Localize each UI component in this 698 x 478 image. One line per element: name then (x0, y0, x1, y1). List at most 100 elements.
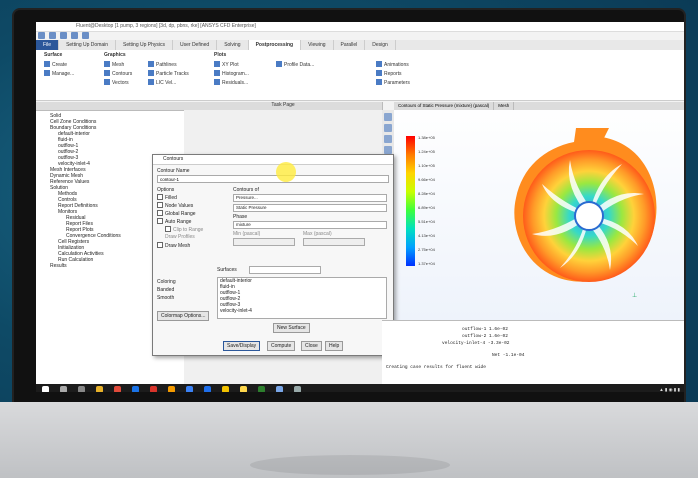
contours-of-select[interactable]: Pressure... (233, 194, 387, 202)
particle-tracks-button[interactable]: Particle Tracks (148, 70, 189, 79)
filled-checkbox[interactable]: Filled (157, 194, 177, 201)
contour-name-input[interactable] (157, 175, 389, 183)
tab-viewing[interactable]: Viewing (301, 40, 334, 50)
colorbar-label: 1.24e+05 (418, 149, 435, 154)
phase-select[interactable]: mixture (233, 221, 387, 229)
tab-file[interactable]: File (36, 40, 60, 50)
banded-radio[interactable]: Banded (157, 287, 174, 293)
help-icon[interactable] (82, 31, 89, 39)
colorbar (406, 136, 415, 266)
new-surface-button[interactable]: New Surface (273, 323, 310, 333)
close-button[interactable]: Close (301, 341, 322, 351)
tab-setting-up-domain[interactable]: Setting Up Domain (59, 40, 117, 50)
app-icon[interactable] (294, 386, 301, 392)
contours-button[interactable]: Contours (104, 70, 132, 79)
rotate-icon[interactable] (384, 113, 392, 121)
colorbar-label: 4.13e+04 (418, 233, 435, 238)
min-input[interactable] (233, 238, 295, 246)
system-tray[interactable]: ▲ ▮ ◉ ▮ ▮ (659, 387, 680, 392)
pan-icon[interactable] (384, 124, 392, 132)
console-panel[interactable]: outflow-1 1.6e-02 outflow-2 1.6e-02 velo… (382, 320, 684, 385)
help-button[interactable]: Help (325, 341, 344, 351)
app-icon[interactable] (276, 386, 283, 392)
tab-user-defined[interactable]: User Defined (173, 40, 218, 50)
tab-setting-up-physics[interactable]: Setting Up Physics (116, 40, 173, 50)
tab-solving[interactable]: Solving (217, 40, 249, 50)
fluent-icon[interactable] (240, 386, 247, 392)
surfaces-label: Surfaces (217, 267, 237, 273)
draw-profiles-label[interactable]: Draw Profiles (165, 234, 195, 240)
clip-to-range-checkbox[interactable]: Clip to Range (165, 226, 203, 233)
cursor-highlight (276, 162, 296, 182)
coloring-label: Coloring (157, 279, 176, 285)
manage-surface-button[interactable]: Manage... (44, 70, 74, 79)
colorbar-label: 2.75e+04 (418, 247, 435, 252)
graphics-window[interactable]: Contours of Static Pressure (mixture) (p… (394, 102, 684, 320)
colormap-options-button[interactable]: Colormap Options... (157, 311, 210, 321)
console-line: velocity-inlet-4 -3.3e-02 (442, 341, 510, 346)
surface-filter-input[interactable] (249, 266, 321, 274)
colorbar-label: 1.10e+05 (418, 163, 435, 168)
save-icon[interactable] (38, 31, 45, 39)
group-title: Surface (44, 52, 63, 58)
ribbon-group-plots-2: Profile Data... (276, 52, 314, 70)
global-range-checkbox[interactable]: Global Range (157, 210, 196, 217)
max-input[interactable] (303, 238, 365, 246)
redo-icon[interactable] (71, 31, 78, 39)
contours-dialog: Contours Contour Name Options Filled Nod… (152, 154, 394, 356)
ribbon-group-plots: Plots XY Plot Histogram... Residuals... (214, 52, 249, 88)
file-explorer-icon[interactable] (96, 386, 103, 392)
create-surface-button[interactable]: Create (44, 61, 74, 70)
profile-data-button[interactable]: Profile Data... (276, 61, 314, 70)
tab-parallel[interactable]: Parallel (334, 40, 366, 50)
screen: Fluent@Desktop [1 pump, 3 regions] [3d, … (36, 22, 684, 392)
vectors-button[interactable]: Vectors (104, 79, 132, 88)
lic-button[interactable]: LIC Vel... (148, 79, 189, 88)
pathlines-button[interactable]: Pathlines (148, 61, 189, 70)
tab-postprocessing[interactable]: Postprocessing (248, 40, 302, 50)
undo-icon[interactable] (60, 31, 67, 39)
fit-icon[interactable] (384, 146, 392, 154)
dialog-title: Contours (153, 155, 393, 165)
app-icon[interactable] (204, 386, 211, 392)
reports-button[interactable]: Reports (376, 70, 410, 79)
colorbar-label: 8.28e+04 (418, 191, 435, 196)
contours-sub-select[interactable]: Static Pressure (233, 204, 387, 212)
xy-plot-button[interactable]: XY Plot (214, 61, 249, 70)
list-item[interactable]: velocity-inlet-4 (218, 308, 386, 314)
tab-design[interactable]: Design (365, 40, 396, 50)
compute-button[interactable]: Compute (267, 341, 296, 351)
start-icon[interactable] (42, 386, 49, 392)
search-icon[interactable] (60, 386, 67, 392)
tab-mesh[interactable]: Mesh (494, 102, 515, 110)
task-view-icon[interactable] (78, 386, 85, 392)
app-icon[interactable] (186, 386, 193, 392)
mesh-button[interactable]: Mesh (104, 61, 132, 70)
animations-button[interactable]: Animations (376, 61, 410, 70)
histogram-button[interactable]: Histogram... (214, 70, 249, 79)
tab-contours[interactable]: Contours of Static Pressure (mixture) (p… (394, 102, 495, 110)
app-icon[interactable] (258, 386, 265, 392)
ribbon-tabs: File Setting Up Domain Setting Up Physic… (36, 40, 684, 50)
save-display-button[interactable]: Save/Display (223, 341, 261, 351)
app-icon[interactable] (168, 386, 175, 392)
chrome-icon[interactable] (114, 386, 121, 392)
console-line: Creating case results for fluent wide (386, 365, 486, 370)
auto-range-checkbox[interactable]: Auto Range (157, 218, 191, 225)
draw-mesh-checkbox[interactable]: Draw Mesh (157, 242, 190, 249)
monitor-stand (250, 455, 450, 475)
quick-access-toolbar (38, 30, 682, 40)
node-values-checkbox[interactable]: Node Values (157, 202, 193, 209)
open-icon[interactable] (49, 31, 56, 39)
zoom-icon[interactable] (384, 135, 392, 143)
edge-icon[interactable] (132, 386, 139, 392)
smooth-radio[interactable]: Smooth (157, 295, 174, 301)
console-line: Net -1.1e-04 (492, 353, 525, 358)
group-title: Graphics (104, 52, 126, 58)
ansys-icon[interactable] (222, 386, 229, 392)
console-line: outflow-1 1.6e-02 (462, 327, 508, 332)
surfaces-list[interactable]: default-interior fluid-in outflow-1 outf… (217, 277, 387, 319)
app-icon[interactable] (150, 386, 157, 392)
residuals-button[interactable]: Residuals... (214, 79, 249, 88)
parameters-button[interactable]: Parameters (376, 79, 410, 88)
